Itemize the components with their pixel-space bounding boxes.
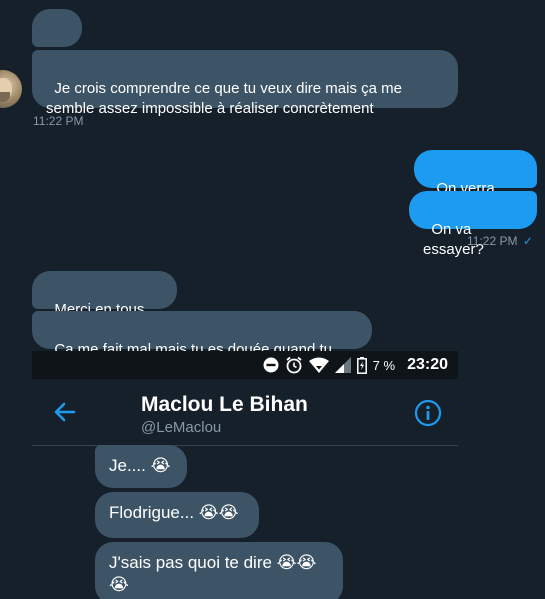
wifi-icon (308, 357, 329, 373)
embedded-screenshot[interactable]: 7 % 23:20 Maclou Le Bihan @LeMaclou Je..… (32, 351, 458, 599)
timestamp: 11:22 PM (33, 114, 84, 128)
embedded-message-text: Flodrigue... 😭😭 (109, 503, 239, 522)
message-incoming[interactable]: Oh (32, 9, 82, 76)
read-check-icon: ✓ (522, 234, 533, 248)
avatar[interactable] (0, 70, 22, 108)
alarm-icon (286, 356, 302, 374)
contact-name: Maclou Le Bihan (141, 393, 308, 416)
embedded-message[interactable]: Je.... 😭 (95, 445, 187, 488)
message-incoming[interactable]: Merci en tous cas (32, 271, 177, 338)
contact-handle: @LeMaclou (141, 419, 222, 436)
timestamp: 11:22 PM ✓ (467, 234, 533, 248)
timestamp-text: 11:22 PM (467, 234, 518, 248)
conversation-header: Maclou Le Bihan @LeMaclou (32, 379, 458, 446)
back-arrow-icon[interactable] (52, 399, 78, 425)
signal-icon (334, 357, 351, 373)
battery-icon (356, 356, 367, 374)
embedded-message[interactable]: J'sais pas quoi te dire 😭😭 😭 (95, 542, 343, 599)
embedded-message[interactable]: Flodrigue... 😭😭 (95, 492, 259, 538)
embedded-message-text: Je.... 😭 (109, 456, 171, 475)
battery-percent: 7 % (372, 357, 396, 373)
status-time: 23:20 (407, 356, 448, 373)
dnd-icon (263, 357, 279, 373)
embedded-message-text: J'sais pas quoi te dire 😭😭 😭 (109, 553, 317, 594)
message-incoming[interactable]: Je crois comprendre ce que tu veux dire … (32, 50, 458, 117)
message-outgoing[interactable]: On verra bien. (414, 150, 537, 217)
info-icon[interactable] (414, 399, 442, 427)
status-bar: 7 % 23:20 (32, 351, 458, 379)
message-text: Je crois comprendre ce que tu veux dire … (46, 80, 407, 117)
message-outgoing[interactable]: On va essayer? (409, 191, 537, 258)
message-incoming[interactable]: Ça me fait mal mais tu es douée quand tu… (32, 311, 372, 378)
avatar-beard (0, 92, 10, 102)
